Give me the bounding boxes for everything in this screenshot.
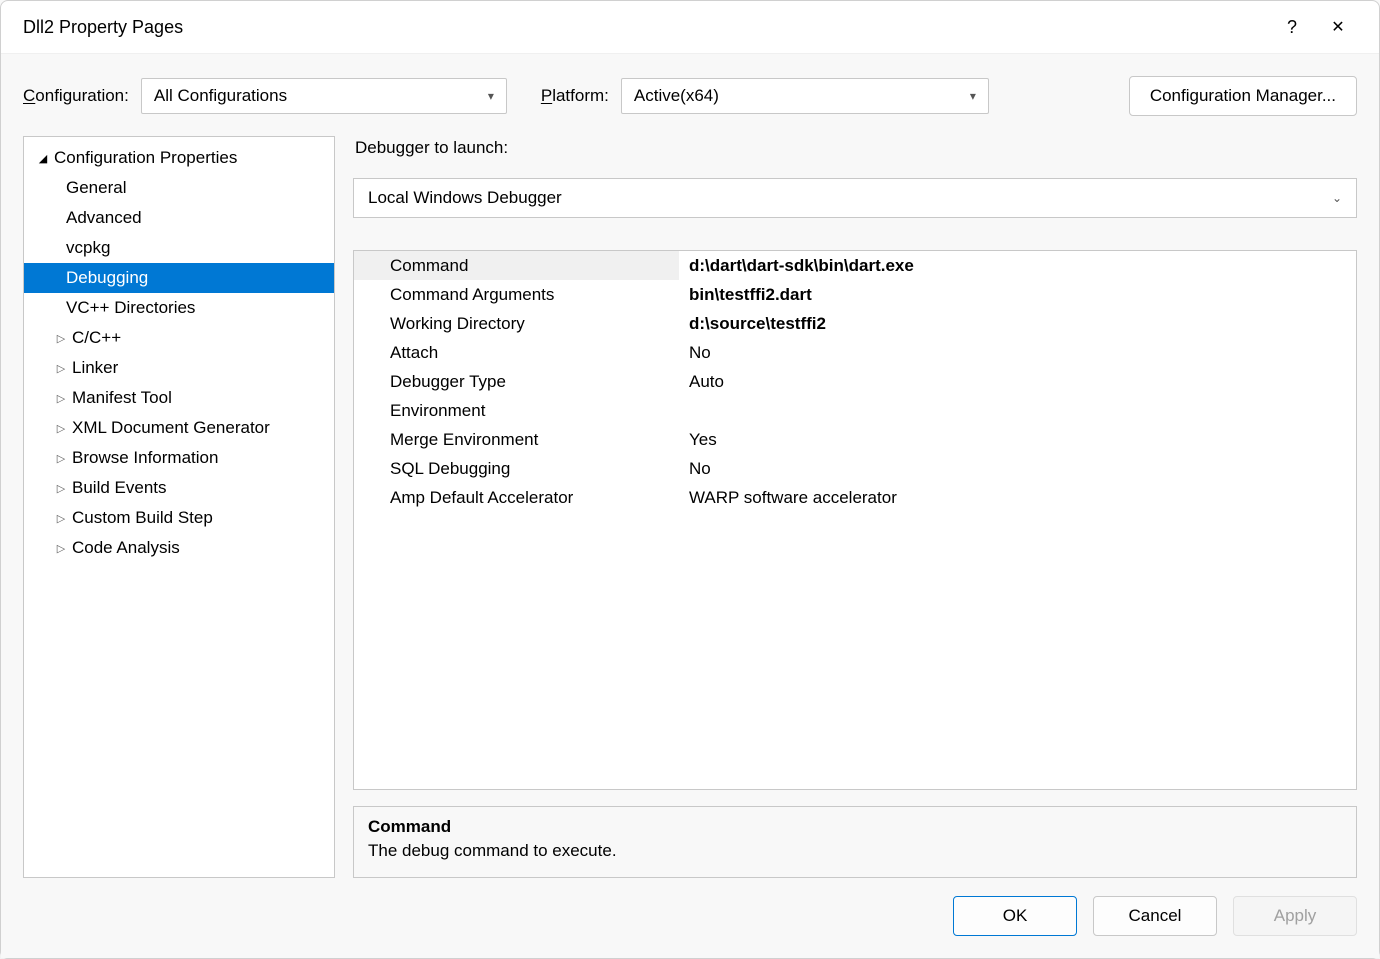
grid-row[interactable]: AttachNo bbox=[354, 338, 1356, 367]
property-grid[interactable]: Commandd:\dart\dart-sdk\bin\dart.exeComm… bbox=[353, 250, 1357, 790]
arrow-right-icon: ▷ bbox=[54, 392, 68, 405]
grid-value[interactable]: Yes bbox=[679, 425, 1356, 454]
grid-row[interactable]: Debugger TypeAuto bbox=[354, 367, 1356, 396]
arrow-right-icon: ▷ bbox=[54, 422, 68, 435]
tree-item-linker[interactable]: ▷ Linker bbox=[24, 353, 334, 383]
apply-button: Apply bbox=[1233, 896, 1357, 936]
tree-root-label: Configuration Properties bbox=[54, 148, 237, 168]
chevron-down-icon: ▾ bbox=[488, 89, 494, 103]
grid-value[interactable]: Auto bbox=[679, 367, 1356, 396]
debugger-section-label: Debugger to launch: bbox=[355, 138, 1357, 158]
tree-item-manifest-tool[interactable]: ▷ Manifest Tool bbox=[24, 383, 334, 413]
grid-row[interactable]: Amp Default AcceleratorWARP software acc… bbox=[354, 483, 1356, 512]
cancel-button[interactable]: Cancel bbox=[1093, 896, 1217, 936]
grid-key: Working Directory bbox=[354, 309, 679, 338]
tree-item-label: Manifest Tool bbox=[72, 388, 172, 408]
top-row: Configuration: All Configurations ▾ Plat… bbox=[23, 76, 1357, 116]
content-area: Configuration: All Configurations ▾ Plat… bbox=[1, 53, 1379, 958]
chevron-down-icon: ▾ bbox=[970, 89, 976, 103]
arrow-down-icon: ◢ bbox=[36, 152, 50, 165]
debugger-value: Local Windows Debugger bbox=[368, 188, 562, 208]
description-heading: Command bbox=[368, 817, 1342, 837]
tree-item-label: C/C++ bbox=[72, 328, 121, 348]
grid-value[interactable]: No bbox=[679, 454, 1356, 483]
tree-item-browse-information[interactable]: ▷ Browse Information bbox=[24, 443, 334, 473]
grid-key: Merge Environment bbox=[354, 425, 679, 454]
titlebar: Dll2 Property Pages ? ✕ bbox=[1, 1, 1379, 53]
property-pages-window: Dll2 Property Pages ? ✕ Configuration: A… bbox=[0, 0, 1380, 959]
tree-root[interactable]: ◢ Configuration Properties bbox=[24, 143, 334, 173]
grid-key: Attach bbox=[354, 338, 679, 367]
tree-item-label: Code Analysis bbox=[72, 538, 180, 558]
grid-value[interactable] bbox=[679, 396, 1356, 425]
tree-item-xml-document-generator[interactable]: ▷ XML Document Generator bbox=[24, 413, 334, 443]
grid-value[interactable]: bin\testffi2.dart bbox=[679, 280, 1356, 309]
arrow-right-icon: ▷ bbox=[54, 542, 68, 555]
tree-item-label: Custom Build Step bbox=[72, 508, 213, 528]
grid-key: Command Arguments bbox=[354, 280, 679, 309]
arrow-right-icon: ▷ bbox=[54, 482, 68, 495]
tree-item-build-events[interactable]: ▷ Build Events bbox=[24, 473, 334, 503]
grid-row[interactable]: Merge EnvironmentYes bbox=[354, 425, 1356, 454]
grid-key: Command bbox=[354, 251, 679, 280]
tree-item-vcpkg[interactable]: vcpkg bbox=[24, 233, 334, 263]
ok-button[interactable]: OK bbox=[953, 896, 1077, 936]
grid-row[interactable]: Command Argumentsbin\testffi2.dart bbox=[354, 280, 1356, 309]
footer: OK Cancel Apply bbox=[23, 878, 1357, 936]
tree-item-label: Advanced bbox=[66, 208, 142, 228]
grid-key: SQL Debugging bbox=[354, 454, 679, 483]
tree-item-custom-build-step[interactable]: ▷ Custom Build Step bbox=[24, 503, 334, 533]
tree-item-label: Linker bbox=[72, 358, 118, 378]
tree-item-label: Browse Information bbox=[72, 448, 218, 468]
window-title: Dll2 Property Pages bbox=[23, 17, 1269, 38]
arrow-right-icon: ▷ bbox=[54, 512, 68, 525]
tree-item-label: XML Document Generator bbox=[72, 418, 270, 438]
debugger-combo[interactable]: Local Windows Debugger ⌄ bbox=[353, 178, 1357, 218]
tree-item-label: VC++ Directories bbox=[66, 298, 195, 318]
grid-value[interactable]: d:\dart\dart-sdk\bin\dart.exe bbox=[679, 251, 1356, 280]
grid-value[interactable]: No bbox=[679, 338, 1356, 367]
grid-value[interactable]: d:\source\testffi2 bbox=[679, 309, 1356, 338]
arrow-right-icon: ▷ bbox=[54, 332, 68, 345]
configuration-label: Configuration: bbox=[23, 86, 129, 106]
grid-row[interactable]: SQL DebuggingNo bbox=[354, 454, 1356, 483]
tree-item-code-analysis[interactable]: ▷ Code Analysis bbox=[24, 533, 334, 563]
description-text: The debug command to execute. bbox=[368, 841, 1342, 861]
description-panel: Command The debug command to execute. bbox=[353, 806, 1357, 878]
tree-item-debugging[interactable]: Debugging bbox=[24, 263, 334, 293]
tree-item-label: General bbox=[66, 178, 126, 198]
grid-key: Environment bbox=[354, 396, 679, 425]
grid-key: Amp Default Accelerator bbox=[354, 483, 679, 512]
category-tree[interactable]: ◢ Configuration Properties General Advanc… bbox=[23, 136, 335, 878]
grid-row[interactable]: Commandd:\dart\dart-sdk\bin\dart.exe bbox=[354, 251, 1356, 280]
configuration-value: All Configurations bbox=[154, 86, 287, 106]
tree-item-c-c-[interactable]: ▷ C/C++ bbox=[24, 323, 334, 353]
mid-area: ◢ Configuration Properties General Advanc… bbox=[23, 136, 1357, 878]
arrow-right-icon: ▷ bbox=[54, 362, 68, 375]
chevron-down-icon: ⌄ bbox=[1332, 191, 1342, 205]
close-button[interactable]: ✕ bbox=[1315, 4, 1361, 50]
tree-item-label: vcpkg bbox=[66, 238, 110, 258]
configuration-manager-label: Configuration Manager... bbox=[1150, 86, 1336, 106]
tree-item-label: Debugging bbox=[66, 268, 148, 288]
grid-key: Debugger Type bbox=[354, 367, 679, 396]
tree-item-general[interactable]: General bbox=[24, 173, 334, 203]
tree-item-advanced[interactable]: Advanced bbox=[24, 203, 334, 233]
platform-value: Active(x64) bbox=[634, 86, 719, 106]
configuration-combo[interactable]: All Configurations ▾ bbox=[141, 78, 507, 114]
close-icon: ✕ bbox=[1331, 17, 1344, 37]
grid-row[interactable]: Environment bbox=[354, 396, 1356, 425]
arrow-right-icon: ▷ bbox=[54, 452, 68, 465]
platform-label: Platform: bbox=[541, 86, 609, 106]
help-button[interactable]: ? bbox=[1269, 4, 1315, 50]
grid-row[interactable]: Working Directoryd:\source\testffi2 bbox=[354, 309, 1356, 338]
platform-combo[interactable]: Active(x64) ▾ bbox=[621, 78, 989, 114]
tree-item-vc-directories[interactable]: VC++ Directories bbox=[24, 293, 334, 323]
right-pane: Debugger to launch: Local Windows Debugg… bbox=[353, 136, 1357, 878]
configuration-manager-button[interactable]: Configuration Manager... bbox=[1129, 76, 1357, 116]
help-icon: ? bbox=[1287, 17, 1297, 38]
grid-value[interactable]: WARP software accelerator bbox=[679, 483, 1356, 512]
tree-item-label: Build Events bbox=[72, 478, 167, 498]
